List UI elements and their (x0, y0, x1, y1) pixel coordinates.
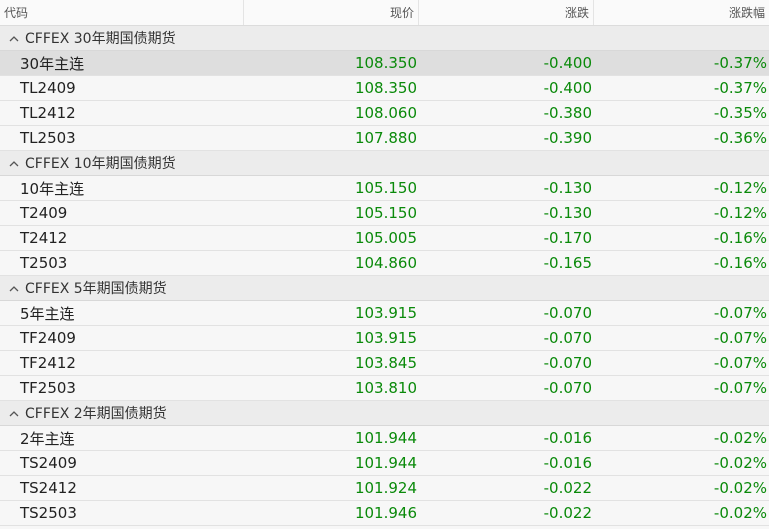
table-row[interactable]: TS2409 101.944 -0.016 -0.02% (0, 451, 769, 476)
column-header-code[interactable]: 代码 (0, 0, 244, 25)
price-value: 108.350 (354, 79, 417, 97)
contract-code: T2409 (20, 204, 68, 222)
table-row[interactable]: 30年主连 108.350 -0.400 -0.37% (0, 51, 769, 76)
contract-code: TF2409 (20, 329, 76, 347)
contract-code: 2年主连 (20, 429, 75, 448)
change-value: -0.400 (543, 79, 592, 97)
contract-code: TL2409 (20, 79, 76, 97)
table-row[interactable]: TF2412 103.845 -0.070 -0.07% (0, 351, 769, 376)
change-pct-value: -0.37% (713, 54, 767, 72)
change-pct-value: -0.35% (713, 104, 767, 122)
contract-code: TF2503 (20, 379, 76, 397)
price-value: 101.946 (354, 504, 417, 522)
price-value: 108.350 (354, 54, 417, 72)
column-header-change[interactable]: 涨跌 (419, 0, 594, 25)
chevron-up-icon[interactable] (8, 282, 20, 294)
price-value: 103.845 (354, 354, 417, 372)
price-value: 104.860 (354, 254, 417, 272)
change-value: -0.390 (543, 129, 592, 147)
change-value: -0.130 (543, 179, 592, 197)
change-value: -0.070 (543, 304, 592, 322)
group-header-10y[interactable]: CFFEX 10年期国债期货 (0, 151, 769, 176)
price-value: 105.150 (354, 179, 417, 197)
change-value: -0.022 (543, 504, 592, 522)
change-value: -0.070 (543, 329, 592, 347)
table-row[interactable]: TS2412 101.924 -0.022 -0.02% (0, 476, 769, 501)
column-header-change-pct[interactable]: 涨跌幅 (594, 0, 769, 25)
price-value: 108.060 (354, 104, 417, 122)
change-pct-value: -0.02% (713, 454, 767, 472)
contract-code: TL2503 (20, 129, 76, 147)
change-pct-value: -0.16% (713, 254, 767, 272)
table-row[interactable]: T2409 105.150 -0.130 -0.12% (0, 201, 769, 226)
contract-code: 30年主连 (20, 54, 85, 73)
change-value: -0.022 (543, 479, 592, 497)
contract-code: TS2412 (20, 479, 77, 497)
contract-code: T2503 (20, 254, 68, 272)
change-value: -0.380 (543, 104, 592, 122)
group-title: CFFEX 10年期国债期货 (25, 156, 176, 172)
contract-code: TS2503 (20, 504, 77, 522)
change-pct-value: -0.36% (713, 129, 767, 147)
price-value: 105.005 (354, 229, 417, 247)
change-value: -0.070 (543, 354, 592, 372)
contract-code: 5年主连 (20, 304, 75, 323)
change-pct-value: -0.02% (713, 504, 767, 522)
table-row[interactable]: 2年主连 101.944 -0.016 -0.02% (0, 426, 769, 451)
price-value: 101.924 (354, 479, 417, 497)
table-row[interactable]: TS2503 101.946 -0.022 -0.02% (0, 501, 769, 526)
contract-code: TF2412 (20, 354, 76, 372)
change-pct-value: -0.02% (713, 429, 767, 447)
change-pct-value: -0.02% (713, 479, 767, 497)
price-value: 103.915 (354, 329, 417, 347)
group-title: CFFEX 30年期国债期货 (25, 31, 176, 47)
price-value: 101.944 (354, 454, 417, 472)
futures-quote-table: 代码 现价 涨跌 涨跌幅 CFFEX 30年期国债期货 30年主连 108.35… (0, 0, 769, 526)
change-value: -0.130 (543, 204, 592, 222)
contract-code: 10年主连 (20, 179, 85, 198)
change-value: -0.170 (543, 229, 592, 247)
table-row[interactable]: TL2503 107.880 -0.390 -0.36% (0, 126, 769, 151)
chevron-up-icon[interactable] (8, 157, 20, 169)
change-value: -0.400 (543, 54, 592, 72)
table-row[interactable]: 5年主连 103.915 -0.070 -0.07% (0, 301, 769, 326)
price-value: 103.915 (354, 304, 417, 322)
group-title: CFFEX 2年期国债期货 (25, 406, 167, 422)
change-value: -0.070 (543, 379, 592, 397)
group-header-5y[interactable]: CFFEX 5年期国债期货 (0, 276, 769, 301)
price-value: 101.944 (354, 429, 417, 447)
group-title: CFFEX 5年期国债期货 (25, 281, 167, 297)
table-row[interactable]: TF2503 103.810 -0.070 -0.07% (0, 376, 769, 401)
price-value: 105.150 (354, 204, 417, 222)
change-pct-value: -0.12% (713, 204, 767, 222)
contract-code: TS2409 (20, 454, 77, 472)
contract-code: T2412 (20, 229, 68, 247)
table-row[interactable]: T2412 105.005 -0.170 -0.16% (0, 226, 769, 251)
change-pct-value: -0.37% (713, 79, 767, 97)
price-value: 107.880 (354, 129, 417, 147)
table-row[interactable]: TL2409 108.350 -0.400 -0.37% (0, 76, 769, 101)
table-row[interactable]: T2503 104.860 -0.165 -0.16% (0, 251, 769, 276)
table-row[interactable]: TL2412 108.060 -0.380 -0.35% (0, 101, 769, 126)
contract-code: TL2412 (20, 104, 76, 122)
price-value: 103.810 (354, 379, 417, 397)
chevron-up-icon[interactable] (8, 32, 20, 44)
change-value: -0.165 (543, 254, 592, 272)
table-row[interactable]: 10年主连 105.150 -0.130 -0.12% (0, 176, 769, 201)
change-pct-value: -0.07% (713, 354, 767, 372)
change-pct-value: -0.12% (713, 179, 767, 197)
group-header-2y[interactable]: CFFEX 2年期国债期货 (0, 401, 769, 426)
table-row[interactable]: TF2409 103.915 -0.070 -0.07% (0, 326, 769, 351)
table-header: 代码 现价 涨跌 涨跌幅 (0, 0, 769, 26)
change-pct-value: -0.07% (713, 329, 767, 347)
column-header-price[interactable]: 现价 (244, 0, 419, 25)
change-pct-value: -0.07% (713, 379, 767, 397)
chevron-up-icon[interactable] (8, 407, 20, 419)
change-pct-value: -0.16% (713, 229, 767, 247)
group-header-30y[interactable]: CFFEX 30年期国债期货 (0, 26, 769, 51)
change-value: -0.016 (543, 429, 592, 447)
change-pct-value: -0.07% (713, 304, 767, 322)
change-value: -0.016 (543, 454, 592, 472)
